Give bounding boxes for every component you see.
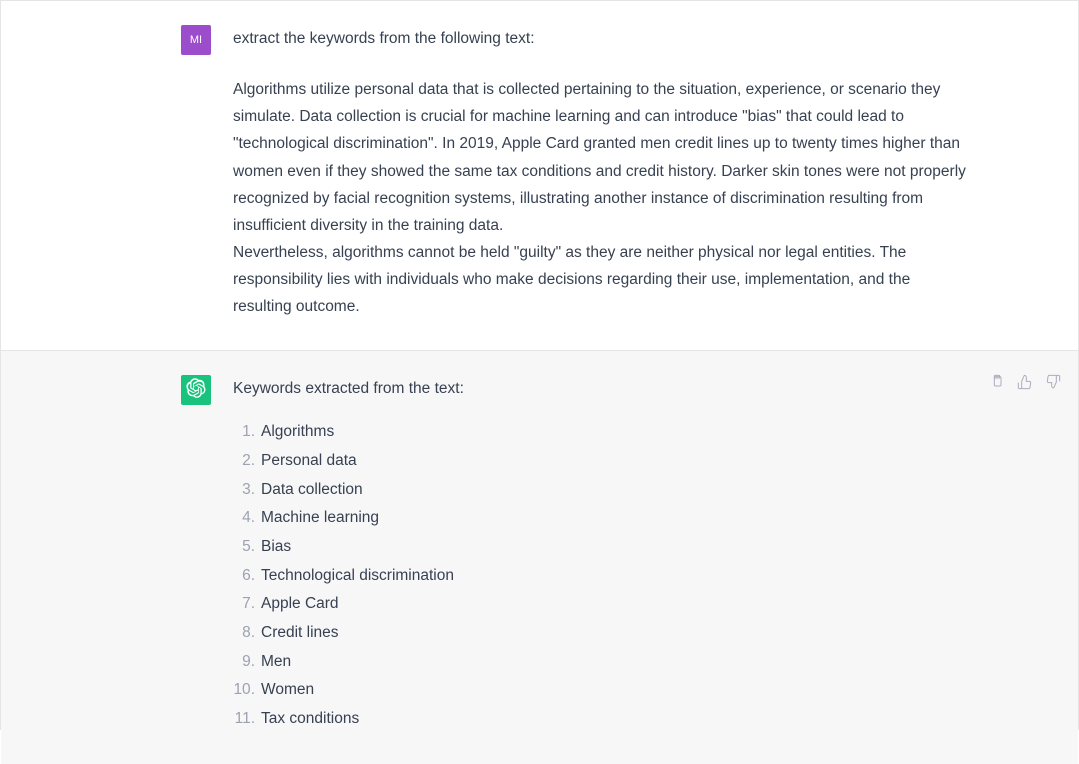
list-item: Bias — [233, 533, 968, 562]
assistant-intro: Keywords extracted from the text: — [233, 375, 968, 402]
user-content: extract the keywords from the following … — [233, 25, 968, 320]
list-item: Credit lines — [233, 619, 968, 648]
list-item: Algorithms — [233, 418, 968, 447]
openai-logo-icon — [186, 378, 206, 403]
message-actions — [987, 375, 1063, 395]
assistant-avatar — [181, 375, 211, 405]
user-prompt-line: extract the keywords from the following … — [233, 25, 968, 52]
list-item: Personal data — [233, 447, 968, 476]
assistant-message: Keywords extracted from the text: Algori… — [1, 350, 1078, 764]
keyword-list: Algorithms Personal data Data collection… — [233, 418, 968, 733]
user-text-body: Algorithms utilize personal data that is… — [233, 76, 968, 320]
list-item: Data collection — [233, 476, 968, 505]
assistant-content: Keywords extracted from the text: Algori… — [233, 375, 968, 734]
copy-button[interactable] — [987, 375, 1007, 395]
user-message: MI extract the keywords from the followi… — [1, 1, 1078, 350]
list-item: Women — [233, 676, 968, 705]
list-item: Machine learning — [233, 504, 968, 533]
list-item: Men — [233, 648, 968, 677]
user-avatar: MI — [181, 25, 211, 55]
thumbs-down-icon — [1045, 372, 1061, 399]
thumbs-down-button[interactable] — [1043, 375, 1063, 395]
clipboard-icon — [989, 372, 1005, 399]
thumbs-up-icon — [1017, 372, 1033, 399]
list-item: Tax conditions — [233, 705, 968, 734]
list-item: Technological discrimination — [233, 562, 968, 591]
thumbs-up-button[interactable] — [1015, 375, 1035, 395]
list-item: Apple Card — [233, 590, 968, 619]
